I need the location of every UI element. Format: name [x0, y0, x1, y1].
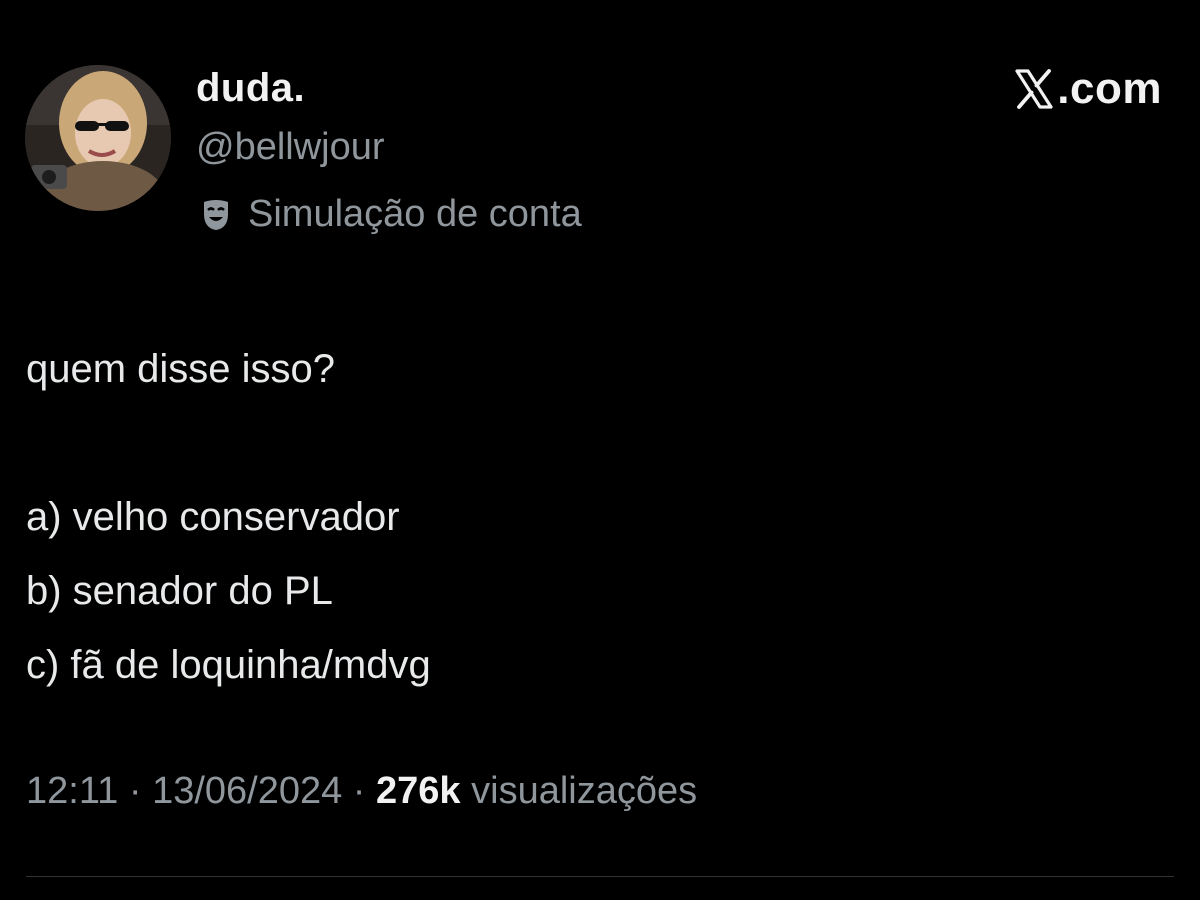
- tweet-line: quem disse isso?: [26, 347, 336, 391]
- x-logo-icon: [1013, 68, 1055, 110]
- avatar[interactable]: [25, 65, 171, 211]
- views-label: visualizações: [460, 770, 698, 812]
- tweet-card: duda. @bellwjour Simulação de conta .com…: [0, 0, 1200, 900]
- brand-watermark: .com: [1013, 64, 1162, 114]
- meta-separator: ·: [342, 770, 377, 812]
- tweet-metadata: 12:11 · 13/06/2024 · 276k visualizações: [26, 770, 697, 813]
- divider: [26, 876, 1174, 877]
- parody-account-label: Simulação de conta: [196, 190, 582, 238]
- tweet-date[interactable]: 13/06/2024: [152, 770, 342, 812]
- views-count[interactable]: 276k: [376, 770, 461, 812]
- tweet-line: c) fã de loquinha/mdvg: [26, 643, 431, 687]
- tweet-text: quem disse isso? a) velho conservador b)…: [26, 332, 431, 702]
- tweet-time[interactable]: 12:11: [26, 770, 118, 812]
- avatar-photo: [25, 65, 171, 211]
- user-handle[interactable]: @bellwjour: [196, 126, 385, 169]
- parody-label-text: Simulação de conta: [248, 192, 582, 235]
- brand-domain: .com: [1057, 64, 1162, 113]
- parody-mask-icon: [196, 194, 236, 234]
- meta-separator: ·: [118, 770, 153, 812]
- tweet-line: b) senador do PL: [26, 569, 333, 613]
- tweet-line: a) velho conservador: [26, 495, 400, 539]
- tweet-line: [26, 406, 431, 480]
- display-name[interactable]: duda.: [196, 66, 305, 111]
